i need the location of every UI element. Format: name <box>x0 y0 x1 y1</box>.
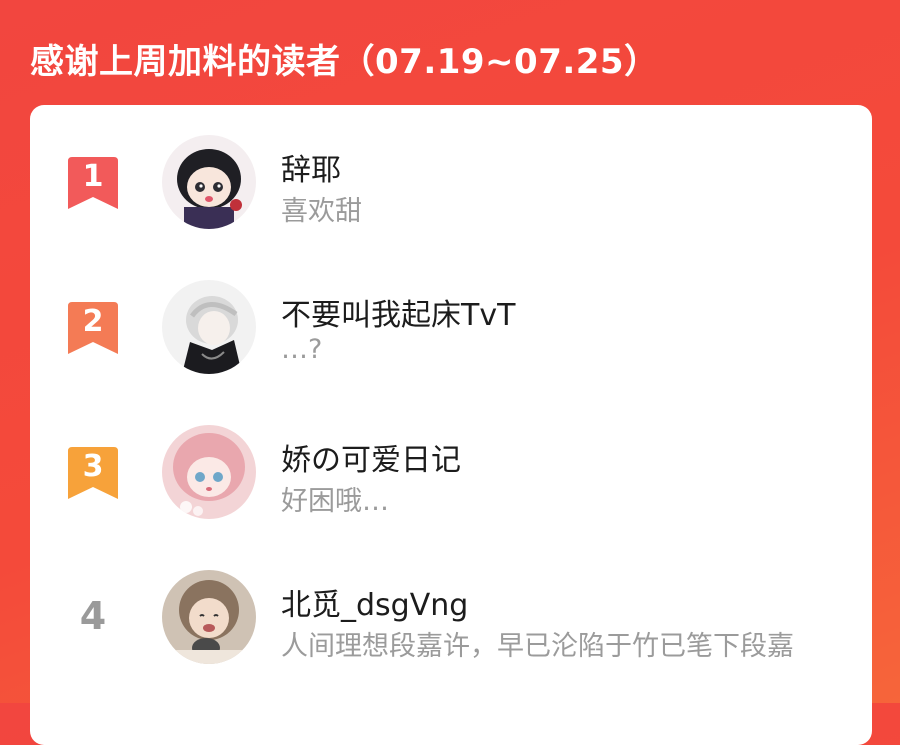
avatar[interactable] <box>162 425 256 519</box>
reader-row-4[interactable]: 4 北觅_dsgVng 人间理想段嘉许，早已沦陷于竹已笔下段嘉 <box>30 552 872 664</box>
reader-note: 喜欢甜 <box>281 196 362 227</box>
rank-number: 2 <box>82 304 104 339</box>
rank-ribbon-icon: 1 <box>68 157 118 209</box>
reader-list-card: 1 辞耶 喜欢甜 2 不要叫我起床TvT …? 3 娇の可爱日记 好困哦… 4 … <box>30 105 872 745</box>
reader-row-2[interactable]: 2 不要叫我起床TvT …? <box>30 262 872 374</box>
reader-note: …? <box>281 334 323 365</box>
avatar[interactable] <box>162 135 256 229</box>
reader-name: 娇の可爱日记 <box>281 443 461 478</box>
rank-ribbon-icon: 3 <box>68 447 118 499</box>
reader-note: 好困哦… <box>281 486 389 517</box>
rank-number: 1 <box>82 159 104 194</box>
page-title: 感谢上周加料的读者（07.19~07.25） <box>30 42 659 82</box>
reader-note: 人间理想段嘉许，早已沦陷于竹已笔下段嘉 <box>281 631 794 662</box>
rank-number: 3 <box>82 449 104 484</box>
reader-name: 不要叫我起床TvT <box>281 298 516 333</box>
reader-name: 北觅_dsgVng <box>281 588 469 623</box>
reader-row-1[interactable]: 1 辞耶 喜欢甜 <box>30 117 872 229</box>
rank-ribbon-icon: 2 <box>68 302 118 354</box>
reader-row-3[interactable]: 3 娇の可爱日记 好困哦… <box>30 407 872 519</box>
rank-number: 4 <box>79 594 107 638</box>
avatar[interactable] <box>162 280 256 374</box>
avatar[interactable] <box>162 570 256 664</box>
reader-name: 辞耶 <box>281 153 341 188</box>
